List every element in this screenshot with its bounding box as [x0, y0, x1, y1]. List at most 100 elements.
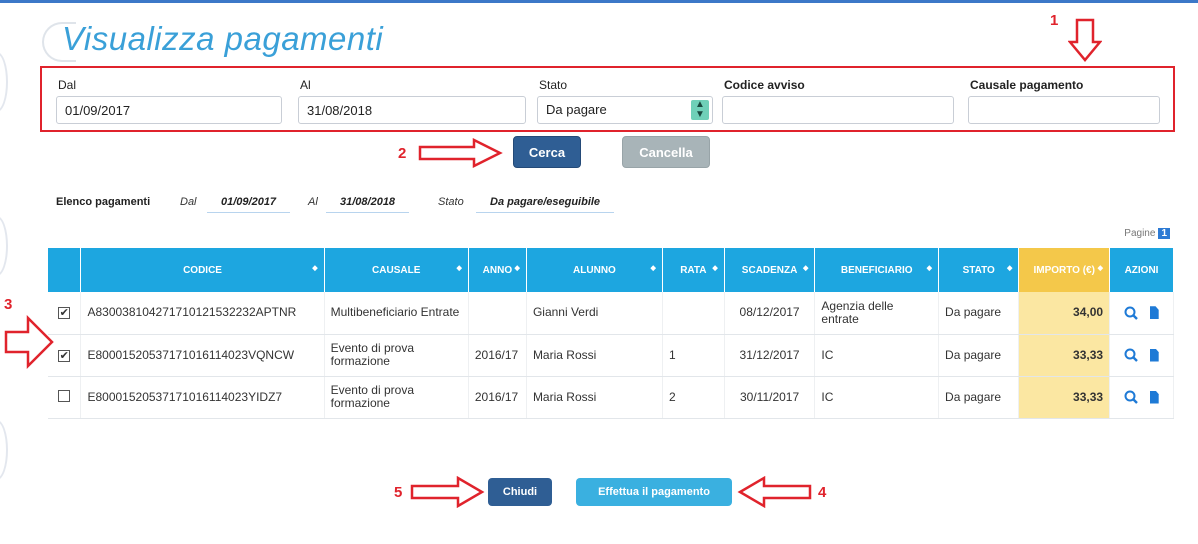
column-header-importo[interactable]: IMPORTO (€) ◆ [1018, 248, 1111, 292]
annotation-number-4: 4 [818, 484, 827, 501]
cell-anno: 2016/17 [468, 376, 527, 419]
window-top-border [0, 0, 1198, 3]
cell-anno: 2016/17 [468, 334, 527, 377]
al-label: Al [300, 78, 311, 92]
summary-al-label: Al [308, 196, 318, 208]
arrow-right-annotation-icon [418, 138, 503, 168]
summary-stato-value: Da pagare/eseguibile [476, 196, 615, 213]
page-title: Visualizza pagamenti [62, 20, 384, 57]
decorative-curve [0, 420, 8, 480]
table-row: ✔ A830038104271710121532232APTNR Multibe… [48, 292, 1174, 335]
chiudi-button[interactable]: Chiudi [488, 478, 552, 506]
document-icon[interactable] [1149, 348, 1159, 362]
summary-dal-value: 01/09/2017 [207, 196, 291, 213]
sort-icon: ◆ [1097, 265, 1104, 272]
cell-azioni [1109, 376, 1174, 419]
cell-importo: 34,00 [1018, 292, 1111, 335]
cell-importo: 33,33 [1018, 376, 1111, 419]
arrow-right-annotation-icon [4, 314, 54, 370]
cell-scadenza: 31/12/2017 [724, 334, 816, 377]
column-header-stato[interactable]: STATO ◆ [938, 248, 1020, 292]
elenco-pagamenti-label: Elenco pagamenti [56, 196, 151, 208]
cell-beneficiario: IC [814, 334, 940, 377]
sort-icon: ◆ [650, 265, 656, 272]
row-checkbox-cell [48, 376, 82, 419]
annotation-number-1: 1 [1050, 12, 1059, 29]
cell-scadenza: 30/11/2017 [724, 376, 816, 419]
magnifier-icon[interactable] [1124, 306, 1139, 320]
sort-icon: ◆ [803, 265, 809, 272]
select-arrows-icon: ▲ ▼ [691, 100, 709, 120]
payments-table: CODICE ◆ CAUSALE ◆ ANNO ◆ ALUNNO ◆ RATA ◆ SCA… [48, 248, 1174, 419]
codice-avviso-input[interactable] [722, 96, 954, 124]
cell-alunno: Maria Rossi [526, 376, 663, 419]
document-icon[interactable] [1149, 390, 1159, 404]
stato-label: Stato [539, 78, 568, 92]
magnifier-icon[interactable] [1124, 390, 1139, 404]
cell-codice: E80001520537171016114023VQNCW [80, 334, 325, 377]
sort-icon: ◆ [712, 265, 718, 272]
cell-alunno: Gianni Verdi [526, 292, 663, 335]
sort-icon: ◆ [514, 265, 520, 272]
annotation-number-3: 3 [4, 296, 13, 313]
cell-rata: 1 [662, 334, 725, 377]
row-checkbox-cell: ✔ [48, 292, 82, 335]
checkbox-empty-icon[interactable] [58, 389, 71, 402]
cell-rata [662, 292, 725, 335]
arrow-left-annotation-icon [737, 476, 812, 508]
row-checkbox-cell: ✔ [48, 334, 82, 377]
summary-al-value: 31/08/2018 [326, 196, 410, 213]
pager-label: Pagine [1124, 228, 1156, 239]
sort-icon: ◆ [926, 265, 933, 272]
pager-page-button[interactable]: 1 [1158, 228, 1170, 239]
cell-scadenza: 08/12/2017 [724, 292, 816, 335]
table-row: ✔ E80001520537171016114023VQNCW Evento d… [48, 334, 1174, 377]
cell-stato: Da pagare [938, 292, 1020, 335]
cell-alunno: Maria Rossi [526, 334, 663, 377]
column-header-rata[interactable]: RATA ◆ [662, 248, 725, 292]
summary-dal-label: Dal [180, 196, 197, 208]
cell-rata: 2 [662, 376, 725, 419]
table-row: E80001520537171016114023YIDZ7 Evento di … [48, 376, 1174, 419]
column-header-alunno[interactable]: ALUNNO ◆ [526, 248, 663, 292]
arrow-down-annotation-icon [1068, 18, 1102, 62]
column-header-scadenza[interactable]: SCADENZA ◆ [724, 248, 816, 292]
sort-icon: ◆ [312, 265, 318, 272]
summary-stato-label: Stato [438, 196, 464, 208]
codice-avviso-label: Codice avviso [724, 78, 805, 92]
column-header-causale[interactable]: CAUSALE ◆ [324, 248, 469, 292]
decorative-curve [0, 216, 8, 276]
magnifier-icon[interactable] [1124, 348, 1139, 362]
arrow-right-annotation-icon [410, 476, 485, 508]
pager: Pagine 1 [1124, 228, 1170, 239]
column-header-anno[interactable]: ANNO ◆ [468, 248, 527, 292]
checkbox-checked-icon[interactable]: ✔ [58, 307, 71, 320]
cell-codice: E80001520537171016114023YIDZ7 [80, 376, 325, 419]
cerca-button[interactable]: Cerca [513, 136, 581, 168]
cell-beneficiario: Agenzia delle entrate [814, 292, 940, 335]
stato-select-value: Da pagare [537, 96, 713, 124]
cell-anno [468, 292, 527, 335]
checkbox-checked-icon[interactable]: ✔ [58, 349, 71, 362]
cell-stato: Da pagare [938, 376, 1020, 419]
sort-icon: ◆ [1007, 265, 1013, 272]
cell-causale: Evento di prova formazione [324, 334, 469, 377]
cancella-button[interactable]: Cancella [622, 136, 710, 168]
column-header-codice[interactable]: CODICE ◆ [80, 248, 325, 292]
column-header-azioni: AZIONI [1109, 248, 1174, 292]
cell-importo: 33,33 [1018, 334, 1111, 377]
cell-stato: Da pagare [938, 334, 1020, 377]
cell-azioni [1109, 292, 1174, 335]
causale-pagamento-input[interactable] [968, 96, 1160, 124]
cell-beneficiario: IC [814, 376, 940, 419]
cell-causale: Multibeneficiario Entrate [324, 292, 469, 335]
al-date-input[interactable] [298, 96, 526, 124]
dal-date-input[interactable] [56, 96, 282, 124]
effettua-pagamento-button[interactable]: Effettua il pagamento [576, 478, 732, 506]
table-header-row: CODICE ◆ CAUSALE ◆ ANNO ◆ ALUNNO ◆ RATA ◆ SCA… [48, 248, 1174, 292]
document-icon[interactable] [1149, 306, 1159, 320]
stato-select[interactable]: Da pagare ▲ ▼ [537, 96, 713, 124]
column-header-beneficiario[interactable]: BENEFICIARIO ◆ [814, 248, 940, 292]
cell-codice: A830038104271710121532232APTNR [80, 292, 325, 335]
cell-causale: Evento di prova formazione [324, 376, 469, 419]
